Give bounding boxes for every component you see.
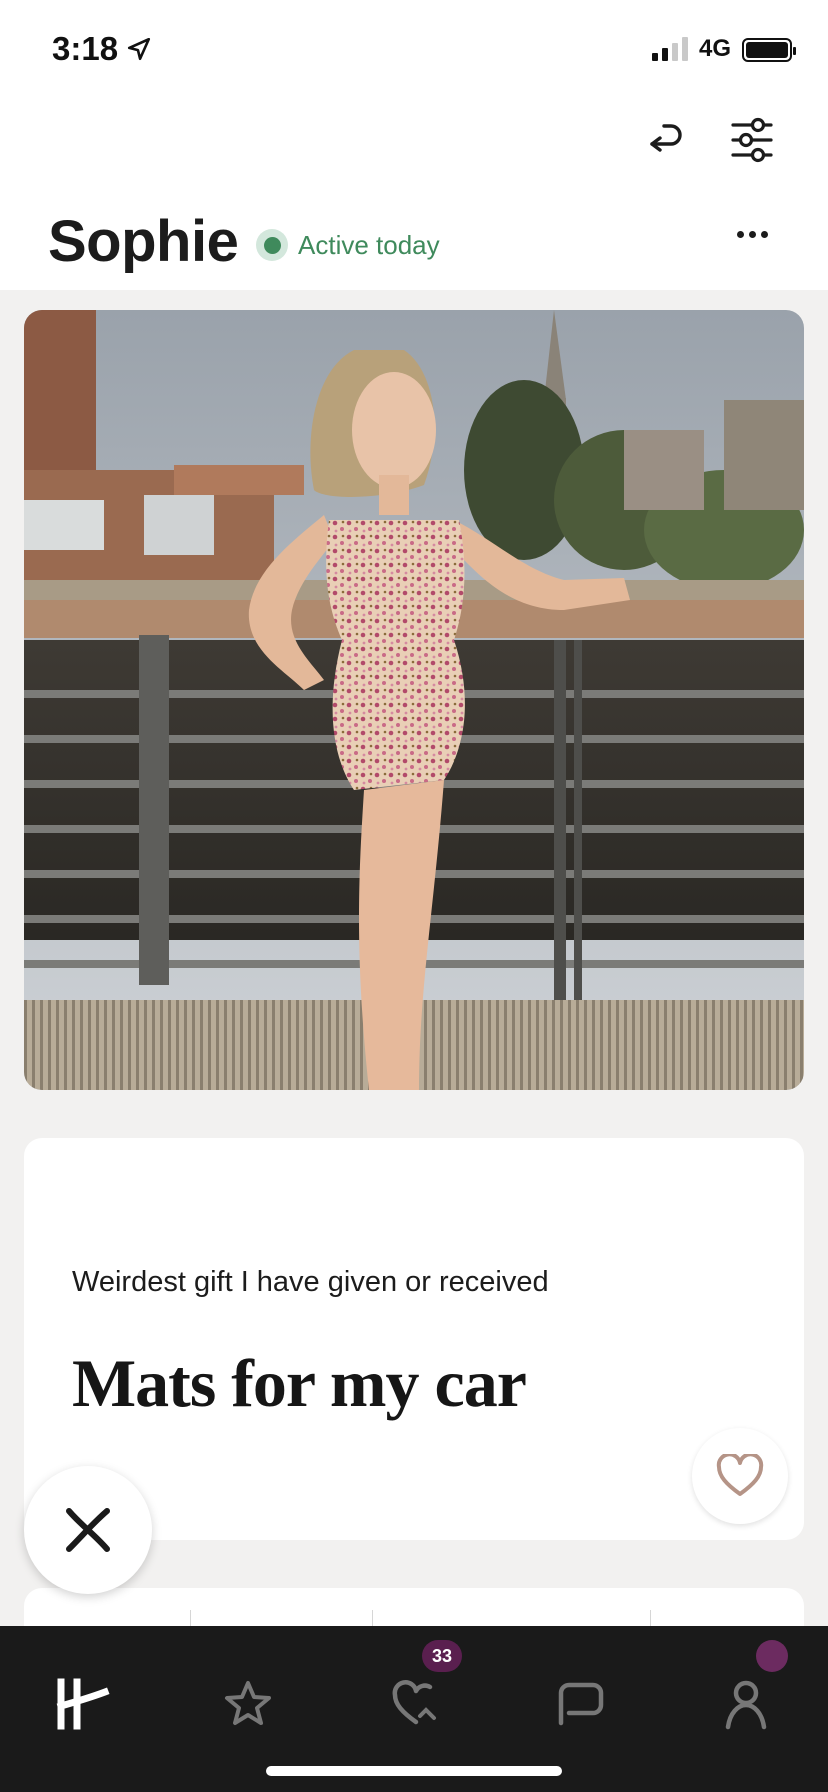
tab-home[interactable] bbox=[48, 1670, 116, 1738]
profile-notification-dot bbox=[756, 1640, 788, 1672]
next-card bbox=[24, 1588, 804, 1630]
prompt-answer: Mats for my car bbox=[72, 1345, 527, 1421]
hinge-logo-icon bbox=[56, 1678, 110, 1730]
more-dots-icon bbox=[736, 230, 744, 238]
tab-profile[interactable] bbox=[712, 1670, 780, 1738]
home-indicator[interactable] bbox=[266, 1766, 562, 1776]
photo-scene bbox=[24, 310, 804, 1090]
filter-button[interactable] bbox=[724, 112, 780, 168]
more-options-button[interactable] bbox=[726, 216, 778, 252]
tab-matches[interactable] bbox=[546, 1670, 614, 1738]
active-status-label: Active today bbox=[298, 229, 440, 260]
like-prompt-button[interactable] bbox=[692, 1428, 788, 1524]
close-icon bbox=[66, 1508, 110, 1552]
person-icon bbox=[725, 1680, 767, 1730]
likes-count-badge: 33 bbox=[422, 1640, 462, 1672]
heart-icon bbox=[716, 1454, 764, 1496]
active-dot-icon bbox=[256, 229, 288, 261]
tab-likes[interactable] bbox=[382, 1670, 450, 1738]
profile-photo[interactable] bbox=[24, 310, 804, 1090]
location-arrow-icon bbox=[127, 37, 151, 61]
active-status: Active today bbox=[256, 229, 440, 261]
signal-icon bbox=[652, 37, 688, 61]
chat-icon bbox=[558, 1682, 604, 1726]
filter-sliders-icon bbox=[731, 117, 773, 163]
status-time: 3:18 bbox=[52, 30, 119, 67]
dismiss-button[interactable] bbox=[24, 1466, 152, 1594]
prompt-card: Weirdest gift I have given or received M… bbox=[24, 1138, 804, 1540]
profile-name: Sophie bbox=[48, 209, 239, 274]
battery-icon bbox=[742, 38, 796, 62]
star-icon bbox=[225, 1681, 271, 1725]
prompt-question: Weirdest gift I have given or received bbox=[72, 1266, 549, 1298]
tab-standouts[interactable] bbox=[214, 1670, 282, 1738]
undo-icon bbox=[650, 124, 682, 152]
network-label: 4G bbox=[699, 35, 732, 62]
undo-button[interactable] bbox=[638, 112, 694, 168]
likes-heart-icon bbox=[392, 1680, 436, 1725]
